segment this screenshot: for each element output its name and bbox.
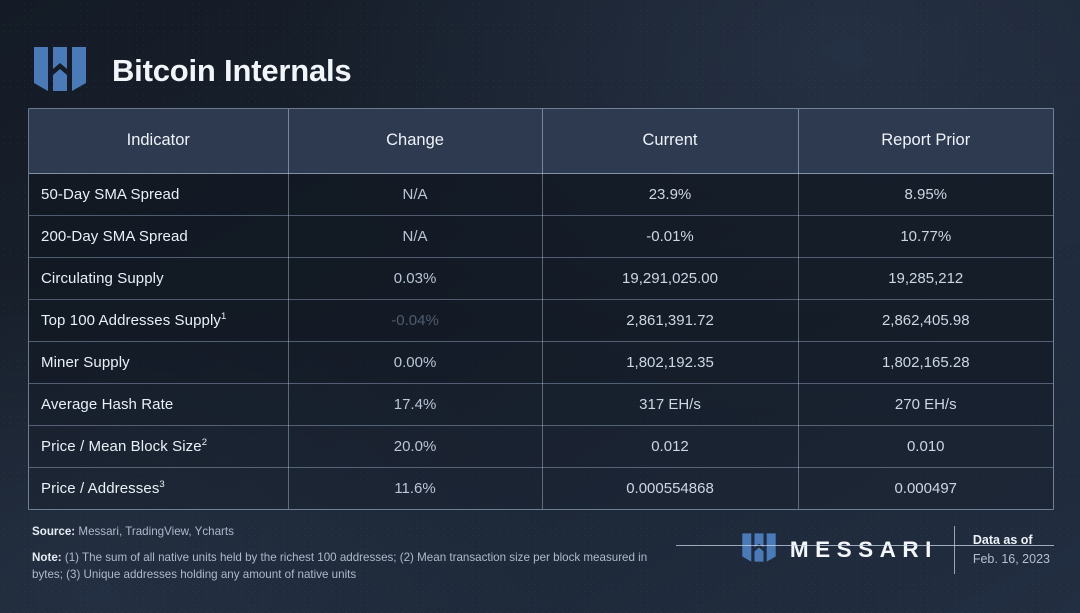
note-line: Note: (1) The sum of all native units he…: [32, 550, 662, 584]
cell-report-prior: 0.000497: [798, 467, 1053, 509]
cell-indicator: Price / Addresses3: [29, 467, 289, 509]
table-header-row: Indicator Change Current Report Prior: [29, 109, 1053, 174]
cell-change: 0.03%: [288, 257, 543, 300]
table-row: 200-Day SMA Spread N/A -0.01% 10.77%: [29, 215, 1053, 258]
cell-current: 317 EH/s: [542, 383, 799, 426]
page-title: Bitcoin Internals: [112, 53, 352, 88]
cell-indicator: Price / Mean Block Size2: [29, 425, 289, 468]
cell-report-prior: 2,862,405.98: [798, 299, 1053, 342]
cell-change: N/A: [288, 173, 543, 216]
cell-indicator-label: Top 100 Addresses Supply: [41, 311, 222, 329]
cell-indicator: Miner Supply: [29, 341, 289, 384]
column-header-change: Change: [288, 109, 543, 174]
footnotes: Source: Messari, TradingView, Ycharts No…: [32, 524, 662, 583]
cell-report-prior: 0.010: [798, 425, 1053, 468]
cell-report-prior: 270 EH/s: [798, 383, 1053, 426]
cell-report-prior: 8.95%: [798, 173, 1053, 216]
slide-header: Bitcoin Internals: [0, 0, 1080, 108]
table-body: 50-Day SMA Spread N/A 23.9% 8.95% 200-Day SM…: [29, 173, 1053, 509]
cell-change: 0.00%: [288, 341, 543, 384]
cell-indicator: 50-Day SMA Spread: [29, 173, 289, 216]
source-line: Source: Messari, TradingView, Ycharts: [32, 524, 662, 541]
data-as-of-block: Data as of Feb. 16, 2023: [971, 531, 1050, 569]
cell-change: 17.4%: [288, 383, 543, 426]
cell-current: 23.9%: [542, 173, 799, 216]
footnote-marker: 3: [159, 478, 165, 490]
footer-divider-rule: [676, 545, 1054, 546]
brand-wordmark: MESSARI: [789, 537, 938, 562]
cell-indicator: Top 100 Addresses Supply1: [29, 299, 289, 342]
slide-footer: Source: Messari, TradingView, Ycharts No…: [0, 510, 1080, 583]
footnote-marker: 1: [221, 310, 227, 322]
cell-indicator: 200-Day SMA Spread: [29, 215, 289, 258]
brand-block: MESSARI Data as of Feb. 16, 2023: [741, 524, 1050, 574]
cell-report-prior: 1,802,165.28: [798, 341, 1053, 384]
data-as-of-value: Feb. 16, 2023: [972, 552, 1050, 566]
cell-current: -0.01%: [542, 215, 799, 258]
table-row: Top 100 Addresses Supply1 -0.04% 2,861,391…: [29, 299, 1053, 342]
cell-indicator: Average Hash Rate: [29, 383, 289, 426]
cell-indicator-label: Price / Mean Block Size: [41, 437, 202, 455]
table-row: Miner Supply 0.00% 1,802,192.35 1,802,165.2…: [29, 341, 1053, 384]
indicators-table-container: Indicator Change Current Report Prior 50…: [28, 108, 1054, 510]
cell-report-prior: 19,285,212: [798, 257, 1053, 300]
column-header-report-prior: Report Prior: [798, 109, 1053, 174]
messari-m-logo-icon: [32, 45, 88, 98]
messari-m-logo-icon: [741, 532, 777, 568]
data-as-of-label: Data as of: [972, 533, 1033, 548]
cell-current: 2,861,391.72: [542, 299, 799, 342]
source-text: Messari, TradingView, Ycharts: [78, 525, 234, 538]
table-row: Price / Mean Block Size2 20.0% 0.012 0.010: [29, 425, 1053, 468]
column-header-indicator: Indicator: [29, 109, 289, 174]
footnote-marker: 2: [201, 436, 208, 448]
note-label: Note:: [32, 550, 62, 564]
cell-current: 0.012: [542, 425, 799, 468]
cell-current: 1,802,192.35: [542, 341, 799, 384]
cell-change: 11.6%: [288, 467, 543, 509]
column-header-current: Current: [542, 109, 799, 174]
indicators-table: Indicator Change Current Report Prior 50…: [29, 109, 1053, 509]
cell-change: -0.04%: [288, 299, 543, 342]
table-row: Circulating Supply 0.03% 19,291,025.00 19,2…: [29, 257, 1053, 300]
brand-lockup: MESSARI: [741, 532, 938, 568]
note-text: (1) The sum of all native units held by …: [32, 550, 648, 581]
cell-current: 19,291,025.00: [542, 257, 799, 300]
cell-current: 0.000554868: [542, 467, 799, 509]
source-label: Source:: [32, 525, 76, 538]
brand-divider: [953, 526, 955, 574]
table-row: Price / Addresses3 11.6% 0.000554868 0.0004…: [29, 467, 1053, 509]
table-row: 50-Day SMA Spread N/A 23.9% 8.95%: [29, 173, 1053, 216]
cell-indicator-label: Price / Addresses: [41, 479, 160, 497]
slide-root: Bitcoin Internals Indicator Change Curre…: [0, 0, 1080, 613]
table-row: Average Hash Rate 17.4% 317 EH/s 270 EH/s: [29, 383, 1053, 426]
cell-change: 20.0%: [288, 425, 543, 468]
cell-indicator: Circulating Supply: [29, 257, 289, 300]
cell-report-prior: 10.77%: [798, 215, 1053, 258]
cell-change: N/A: [288, 215, 543, 258]
